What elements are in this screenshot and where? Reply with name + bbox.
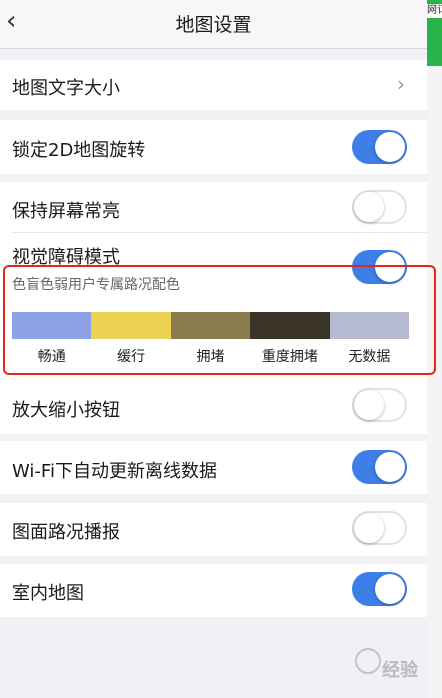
toggle-knob [375,574,405,604]
toggle-indoor-map[interactable] [352,572,407,606]
row-wifi-update-label: Wi-Fi下自动更新离线数据 [12,461,217,482]
settings-group-offline: Wi-Fi下自动更新离线数据 [0,441,427,494]
row-zoom-buttons-label: 放大缩小按钮 [12,400,120,421]
settings-group-broadcast: 图面路况播报 [0,503,427,556]
row-indoor-map-label: 室内地图 [12,583,84,604]
row-lock-2d: 锁定2D地图旋转 [0,120,427,174]
row-indoor-map: 室内地图 [0,564,427,617]
row-traffic-broadcast-label: 图面路况播报 [12,522,120,543]
toggle-knob [354,390,384,420]
row-keep-screen-on-label: 保持屏幕常亮 [12,201,120,222]
toggle-wifi-update[interactable] [352,450,407,484]
watermark-text: 经验 [382,660,418,681]
toggle-lock-2d[interactable] [352,130,407,164]
row-lock-2d-label: 锁定2D地图旋转 [12,140,146,161]
toggle-knob [375,452,405,482]
toggle-traffic-broadcast[interactable] [352,511,407,545]
row-zoom-buttons: 放大缩小按钮 [0,380,427,434]
row-wifi-update: Wi-Fi下自动更新离线数据 [0,441,427,494]
row-keep-screen-on: 保持屏幕常亮 [0,182,427,232]
row-font-size[interactable]: 地图文字大小 › [0,60,427,110]
toggle-knob [375,132,405,162]
chevron-right-icon: › [397,72,405,96]
toggle-knob [354,513,384,543]
settings-group-rotation: 锁定2D地图旋转 [0,120,427,174]
row-traffic-broadcast: 图面路况播报 [0,503,427,556]
toggle-zoom-buttons[interactable] [352,388,407,422]
nav-bar: ‹ 地图设置 [0,0,427,49]
watermark: 经验 [330,652,425,692]
settings-group-indoor: 室内地图 [0,564,427,617]
highlight-box [3,265,436,375]
settings-group-font: 地图文字大小 › [0,60,427,110]
settings-group-zoom: 放大缩小按钮 [0,380,427,434]
row-font-size-label: 地图文字大小 [12,78,120,99]
toggle-knob [354,192,384,222]
page-title: 地图设置 [175,14,252,36]
adjacent-window-text: 网订 [427,4,442,18]
toggle-keep-screen-on[interactable] [352,190,407,224]
